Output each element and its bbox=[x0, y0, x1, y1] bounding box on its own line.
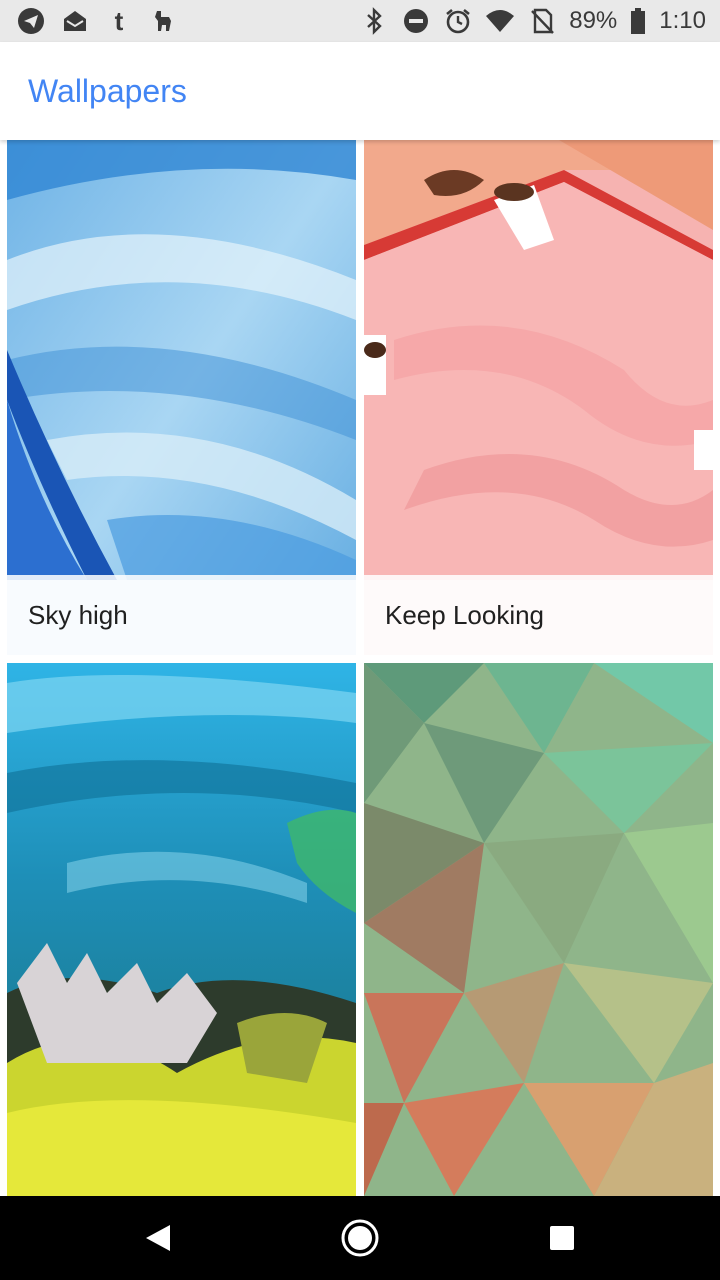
notification-icons: t bbox=[16, 6, 178, 36]
no-sim-icon bbox=[527, 6, 557, 36]
wallpaper-label: Keep Looking bbox=[385, 600, 545, 630]
wallpaper-tile-coral-reef[interactable] bbox=[7, 663, 356, 1196]
wild-animal-icon bbox=[148, 6, 178, 36]
system-icons: 89% 1:10 bbox=[359, 6, 706, 36]
app-bar: Wallpapers bbox=[0, 42, 720, 140]
alarm-icon bbox=[443, 6, 473, 36]
battery-icon bbox=[629, 6, 647, 36]
recents-icon bbox=[550, 1226, 574, 1250]
status-bar: t 89% 1:10 bbox=[0, 0, 720, 42]
back-button[interactable] bbox=[134, 1214, 182, 1262]
wifi-icon bbox=[485, 6, 515, 36]
wallpaper-label: Sky high bbox=[28, 600, 128, 630]
page-title: Wallpapers bbox=[28, 73, 187, 109]
battery-percent: 89% bbox=[569, 7, 618, 34]
home-icon bbox=[341, 1219, 379, 1257]
tumblr-icon: t bbox=[114, 5, 124, 36]
low-poly-thumbnail bbox=[364, 663, 713, 1196]
coral-reef-thumbnail bbox=[7, 663, 356, 1196]
bluetooth-icon bbox=[359, 6, 389, 36]
back-icon bbox=[146, 1225, 170, 1251]
wallpaper-tile-keep-looking[interactable]: Keep Looking bbox=[364, 140, 713, 655]
home-button[interactable] bbox=[336, 1214, 384, 1262]
mail-open-icon bbox=[60, 6, 90, 36]
wallpaper-grid: Sky high Keep Looking bbox=[0, 140, 720, 1196]
wallpaper-tile-sky-high[interactable]: Sky high bbox=[7, 140, 356, 655]
do-not-disturb-icon bbox=[401, 6, 431, 36]
navigation-bar bbox=[0, 1196, 720, 1280]
clock: 1:10 bbox=[659, 7, 706, 34]
wallpaper-tile-low-poly[interactable] bbox=[364, 663, 713, 1196]
telegram-icon bbox=[16, 6, 46, 36]
recents-button[interactable] bbox=[538, 1214, 586, 1262]
